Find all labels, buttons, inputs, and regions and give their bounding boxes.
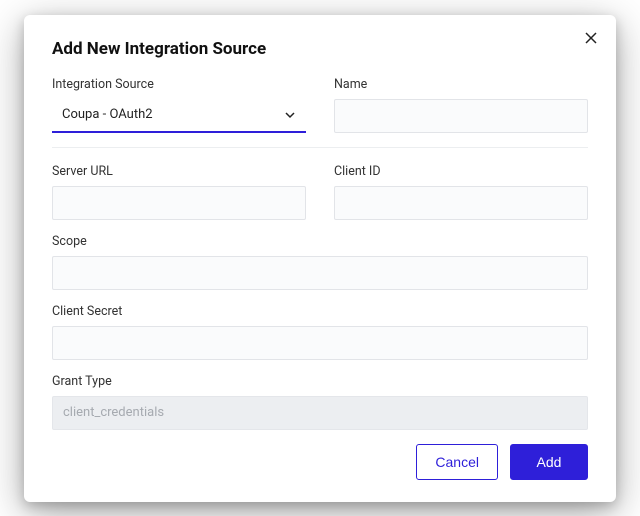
scope-label: Scope	[52, 234, 588, 249]
add-button[interactable]: Add	[510, 444, 588, 480]
close-icon	[585, 32, 597, 44]
divider	[52, 147, 588, 148]
modal-title: Add New Integration Source	[52, 39, 588, 59]
grant-type-value: client_credentials	[63, 405, 164, 420]
name-field: Name	[334, 77, 588, 133]
client-id-input[interactable]	[334, 186, 588, 220]
grant-type-label: Grant Type	[52, 374, 588, 389]
integration-source-select[interactable]: Coupa - OAuth2	[52, 99, 306, 133]
server-url-label: Server URL	[52, 164, 306, 179]
scope-input[interactable]	[52, 256, 588, 290]
client-id-field: Client ID	[334, 164, 588, 220]
add-integration-modal: Add New Integration Source Integration S…	[24, 15, 616, 502]
integration-source-label: Integration Source	[52, 77, 306, 92]
grant-type-field: Grant Type client_credentials	[52, 374, 588, 430]
client-id-label: Client ID	[334, 164, 588, 179]
cancel-button[interactable]: Cancel	[416, 444, 498, 480]
client-secret-label: Client Secret	[52, 304, 588, 319]
grant-type-input: client_credentials	[52, 396, 588, 430]
close-button[interactable]	[582, 29, 600, 47]
server-url-field: Server URL	[52, 164, 306, 220]
name-label: Name	[334, 77, 588, 92]
modal-footer: Cancel Add	[52, 444, 588, 480]
name-input[interactable]	[334, 99, 588, 133]
client-secret-field: Client Secret	[52, 304, 588, 360]
server-url-input[interactable]	[52, 186, 306, 220]
client-secret-input[interactable]	[52, 326, 588, 360]
scope-field: Scope	[52, 234, 588, 290]
integration-source-field: Integration Source Coupa - OAuth2	[52, 77, 306, 133]
integration-source-value: Coupa - OAuth2	[62, 107, 153, 122]
chevron-down-icon	[284, 109, 296, 121]
